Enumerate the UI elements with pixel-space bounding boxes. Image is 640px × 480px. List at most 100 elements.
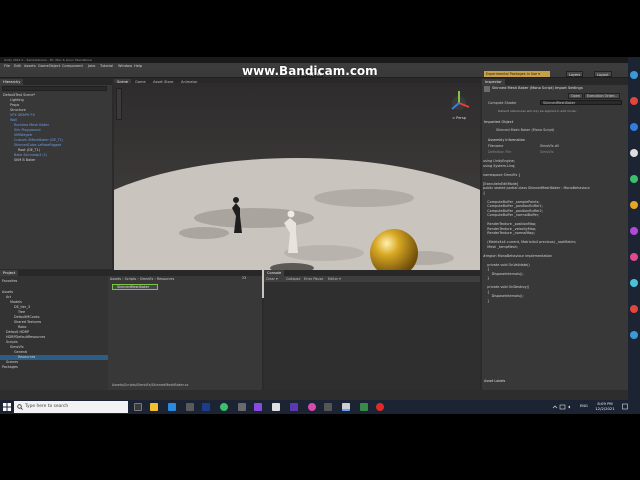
status-bar (0, 390, 628, 400)
filename-value: SimsVfx.dll (540, 144, 559, 148)
script-icon (484, 86, 490, 92)
unity-editor-window: Unity 2021.2 - SampleScene - PC, Mac & L… (0, 57, 640, 414)
inspector-header: Skinned Mesh Baker (Mono Script) Import … (492, 86, 583, 90)
menu-tutorial[interactable]: Tutorial (100, 64, 113, 68)
dock-app-icon[interactable] (630, 123, 638, 131)
taskbar-app-icon[interactable] (308, 403, 316, 411)
task-view-icon[interactable] (134, 403, 142, 411)
execution-order-button[interactable]: Execution Order... (584, 93, 621, 99)
dock-app-icon[interactable] (630, 201, 638, 209)
windows-logo-icon (3, 403, 11, 411)
edge-icon[interactable] (168, 403, 176, 411)
hierarchy-item[interactable]: SKM B Baker (14, 158, 36, 163)
visual-studio-icon[interactable] (290, 403, 298, 411)
tab-inspector[interactable]: Inspector (482, 79, 505, 85)
photoshop-icon[interactable] (202, 403, 210, 411)
dock-app-icon[interactable] (630, 71, 638, 79)
imported-object-label: Imported Object (484, 120, 514, 124)
project-panel: Project Favorites Assets Art Models DE_t… (0, 270, 262, 390)
hierarchy-panel: Hierarchy DefaultTest Scene* Lighting Pr… (0, 79, 112, 269)
tray-icons (552, 404, 570, 410)
taskbar-app-icon[interactable] (360, 403, 368, 411)
search-placeholder: Type here to search (25, 404, 69, 409)
tab-hierarchy[interactable]: Hierarchy (0, 79, 24, 85)
dock-app-icon[interactable] (630, 175, 638, 183)
breadcrumb-item[interactable]: Resources (157, 277, 174, 281)
tree-packages[interactable]: Packages (2, 365, 18, 370)
menu-edit[interactable]: Edit (14, 64, 21, 68)
console-editor-dropdown[interactable]: Editor ▾ (328, 277, 341, 281)
menu-help[interactable]: Help (134, 64, 142, 68)
dock-app-icon[interactable] (630, 97, 638, 105)
menu-jobs[interactable]: Jobs (88, 64, 95, 68)
chrome-icon[interactable] (220, 403, 228, 411)
layers-dropdown[interactable]: Layers (566, 71, 584, 77)
experimental-packages-badge[interactable]: Experimental Packages In Use ▾ (484, 71, 550, 77)
dock-app-icon[interactable] (630, 305, 638, 313)
notification-bubble-icon (622, 403, 628, 410)
asset-count: 23 (242, 276, 247, 280)
windows-start-button[interactable] (3, 403, 11, 411)
taskbar-app-icon[interactable] (254, 403, 262, 411)
search-icon (17, 404, 23, 410)
breadcrumb: Assets › Scripts › SimsVfx › Resources (110, 277, 175, 281)
console-log-area[interactable] (264, 282, 480, 390)
window-title: Unity 2021.2 - SampleScene - PC, Mac & L… (4, 58, 92, 62)
menu-gameobject[interactable]: GameObject (38, 64, 60, 68)
scene-tools[interactable] (116, 88, 122, 120)
system-tray-icons[interactable] (552, 404, 576, 410)
breadcrumb-item[interactable]: Scripts (125, 277, 137, 281)
default-ref-note: Default references will only be applied … (498, 109, 577, 113)
project-tree: Favorites Assets Art Models DE_tier_3 Tr… (0, 276, 108, 390)
assembly-info-label: Assembly Information (488, 138, 526, 142)
definition-file-value: SimsVfx (540, 150, 554, 154)
breadcrumb-item[interactable]: SimsVfx (140, 277, 154, 281)
taskbar-app-icon[interactable] (238, 403, 246, 411)
language-indicator[interactable]: ENG (580, 404, 588, 408)
bandicam-watermark: www.Bandicam.com (242, 64, 378, 78)
asset-item-skinnedmeshbaker[interactable]: SkinnedMeshBaker (112, 284, 158, 290)
tree-favorites[interactable]: Favorites (2, 279, 17, 284)
dock-app-icon[interactable] (630, 253, 638, 261)
console-panel: Console Clear ▾ Collapse Error Pause Edi… (264, 270, 480, 390)
taskbar-app-icon[interactable] (186, 403, 194, 411)
unity-hub-icon[interactable] (272, 403, 280, 411)
file-explorer-icon[interactable] (150, 403, 158, 411)
asset-path: Assets/Scripts/SimsVfx/SkinnedMeshBaker.… (112, 383, 189, 387)
menu-component[interactable]: Component (62, 64, 83, 68)
persp-label[interactable]: < Persp (452, 116, 466, 120)
windows-taskbar: Type here to search ENG 8:09 PM 12/2/202… (0, 400, 640, 414)
notification-icon[interactable] (622, 403, 628, 411)
breadcrumb-item[interactable]: Assets (110, 277, 121, 281)
side-dock (628, 57, 640, 400)
asset-labels-section[interactable]: Asset Labels (484, 379, 505, 383)
menu-file[interactable]: File (4, 64, 10, 68)
taskbar-app-icon[interactable] (324, 403, 332, 411)
dock-app-icon[interactable] (630, 331, 638, 339)
scene-viewport (114, 83, 480, 298)
menu-window[interactable]: Window (118, 64, 132, 68)
scene-view[interactable]: < Persp (114, 83, 480, 298)
taskbar-clock[interactable]: 8:09 PM 12/2/2021 (592, 401, 618, 411)
dock-app-icon[interactable] (630, 227, 638, 235)
layout-dropdown[interactable]: Layout (594, 71, 612, 77)
definition-file-label: Definition File (488, 150, 512, 154)
hierarchy-search-input[interactable] (2, 86, 107, 91)
dock-app-icon[interactable] (630, 149, 638, 157)
dock-app-icon[interactable] (630, 279, 638, 287)
compute-shader-field[interactable]: SkinnedMeshBaker (540, 100, 622, 105)
script-source-preview: using UnityEngine; using System.Linq; na… (483, 159, 590, 303)
compute-shader-label: Compute Shader (488, 101, 517, 105)
imported-object-name: Skinned Mesh Baker (Mono Script) (496, 128, 555, 132)
console-clear-button[interactable]: Clear ▾ (266, 277, 278, 281)
unity-editor-icon[interactable] (342, 403, 350, 411)
taskbar-search-input[interactable]: Type here to search (14, 401, 128, 413)
console-error-pause-toggle[interactable]: Error Pause (304, 277, 323, 281)
open-button[interactable]: Open (568, 93, 584, 99)
filename-label: Filename (488, 144, 504, 148)
bandicam-icon[interactable] (376, 403, 384, 411)
console-collapse-toggle[interactable]: Collapse (286, 277, 300, 281)
inspector-panel: Inspector Skinned Mesh Baker (Mono Scrip… (482, 79, 628, 390)
menu-assets[interactable]: Assets (24, 64, 36, 68)
clock-date: 12/2/2021 (595, 406, 615, 411)
